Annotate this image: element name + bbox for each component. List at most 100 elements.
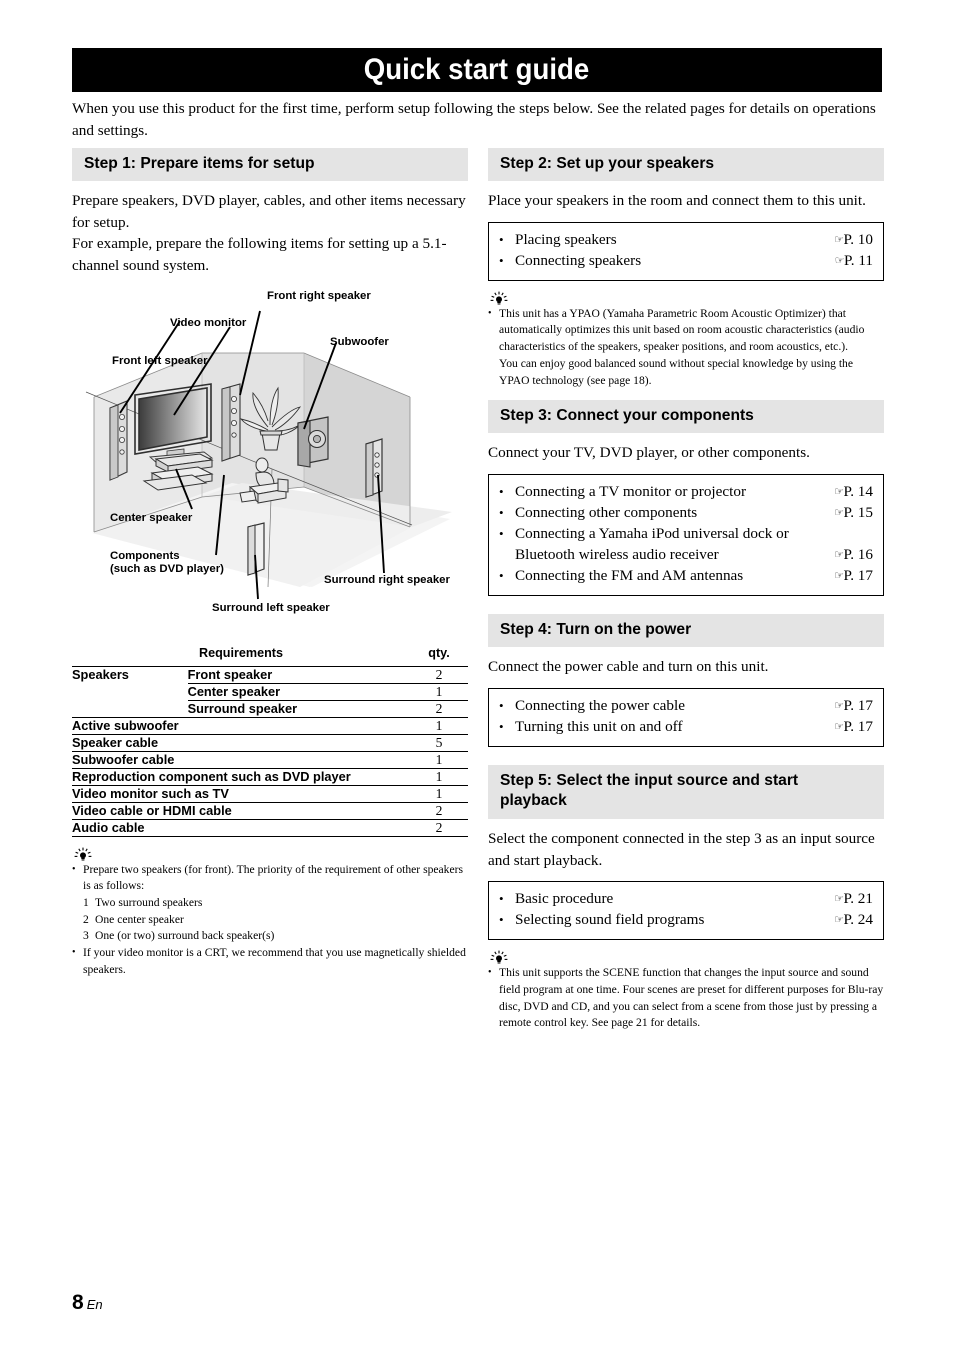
bullet-glyph: •	[499, 526, 504, 541]
row-group-speakers: Speakers	[72, 665, 188, 684]
step-1-body: Prepare speakers, DVD player, cables, an…	[72, 190, 468, 276]
step-1-body-line-1: Prepare speakers, DVD player, cables, an…	[72, 192, 466, 231]
tip-item: • This unit has a YPAO (Yamaha Parametri…	[488, 306, 884, 389]
tip-sub-number: 1	[83, 895, 89, 909]
table-row: Audio cable 2	[72, 818, 468, 837]
table-row: Video cable or HDMI cable 2	[72, 801, 468, 820]
row-audio-cable: Audio cable	[72, 818, 410, 837]
tip-sub-text: Two surround speakers	[95, 895, 203, 909]
step-5-tip-list: • This unit supports the SCENE function …	[488, 965, 884, 1032]
row-item-surround-speaker: Surround speaker	[187, 699, 410, 718]
reference-row[interactable]: • Turning this unit on and off ☞P. 17	[499, 717, 873, 738]
step-5-body: Select the component connected in the st…	[488, 830, 875, 869]
reference-row[interactable]: • Connecting other components ☞P. 15	[499, 503, 873, 524]
step-2-reference-box: • Placing speakers ☞P. 10 • Connecting s…	[488, 221, 884, 281]
step-5-tip-block: • This unit supports the SCENE function …	[488, 950, 884, 1032]
tip-text: If your video monitor is a CRT, we recom…	[83, 946, 466, 976]
tip-bulb-icon	[74, 847, 92, 861]
step-3-reference-box: • Connecting a TV monitor or projector ☞…	[488, 474, 884, 596]
pointing-hand-icon: ☞	[834, 253, 845, 267]
reference-row[interactable]: • Connecting a Yamaha iPod universal doc…	[499, 524, 873, 566]
tip-sub-number: 3	[83, 929, 89, 943]
reference-label: Connecting the FM and AM antennas	[515, 566, 744, 584]
tip-sub-text: One center speaker	[95, 912, 184, 926]
bullet-glyph: •	[499, 718, 504, 734]
diagram-label-components: Components (such as DVD player)	[110, 550, 224, 578]
reference-page: ☞P. 17	[817, 696, 873, 717]
reference-label: Connecting a TV monitor or projector	[515, 483, 747, 501]
bullet-glyph: •	[499, 505, 504, 521]
bullet-glyph: •	[499, 912, 504, 928]
row-qty-video-cable: 2	[410, 801, 468, 820]
row-reproduction-component: Reproduction component such as DVD playe…	[72, 767, 410, 786]
reference-row[interactable]: • Selecting sound field programs ☞P. 24	[499, 910, 873, 931]
reference-row[interactable]: • Placing speakers ☞P. 10	[499, 230, 873, 251]
row-speaker-cable: Speaker cable	[72, 733, 410, 752]
tip-text-continued: You can enjoy good balanced sound withou…	[499, 356, 853, 387]
language-mark: En	[86, 1297, 103, 1312]
reference-label: Connecting speakers	[515, 251, 642, 269]
tip-item: • Prepare two speakers (for front). The …	[72, 862, 468, 895]
step-3-header: Step 3: Connect your components	[488, 400, 884, 434]
bullet-glyph: •	[488, 967, 492, 979]
bullet-glyph: •	[499, 891, 504, 907]
tip-text: This unit supports the SCENE function th…	[499, 966, 884, 1030]
diagram-label-components-line-2: (such as DVD player)	[110, 563, 224, 576]
row-group-empty-1	[72, 683, 188, 700]
reference-page: ☞P. 17	[817, 717, 873, 738]
row-qty-subwoofer-cable: 1	[410, 750, 468, 769]
row-qty-front-speaker: 2	[410, 665, 468, 684]
row-video-cable: Video cable or HDMI cable	[72, 801, 410, 820]
table-row-bottom-border	[72, 835, 468, 837]
step-3-body: Connect your TV, DVD player, or other co…	[488, 444, 810, 462]
intro-paragraph: When you use this product for the first …	[72, 100, 876, 139]
step-4-header: Step 4: Turn on the power	[488, 613, 884, 648]
tip-bulb-icon	[490, 950, 508, 964]
row-item-front-speaker: Front speaker	[187, 665, 410, 684]
row-active-subwoofer: Active subwoofer	[72, 716, 410, 735]
row-qty-center-speaker: 1	[410, 682, 468, 701]
page-title: Quick start guide	[364, 53, 590, 86]
tip-sub-text: One (or two) surround back speaker(s)	[95, 929, 275, 943]
reference-page-number: P. 14	[843, 483, 873, 501]
reference-page-number: P. 24	[843, 911, 873, 929]
bullet-glyph: •	[488, 307, 492, 319]
diagram-label-subwoofer: Subwoofer	[330, 335, 389, 348]
reference-row[interactable]: • Connecting speakers ☞P. 11	[499, 251, 873, 272]
reference-row[interactable]: • Connecting the FM and AM antennas ☞P. …	[499, 566, 873, 587]
tip-sub-item: 3 One (or two) surround back speaker(s)	[83, 928, 468, 945]
step-2-tip-list: • This unit has a YPAO (Yamaha Parametri…	[488, 306, 884, 389]
diagram-label-surround-left-speaker: Surround left speaker	[212, 601, 330, 614]
diagram-label-front-right-speaker: Front right speaker	[267, 289, 371, 302]
tip-item: • If your video monitor is a CRT, we rec…	[72, 945, 468, 978]
row-qty-active-subwoofer: 1	[410, 716, 468, 735]
document-page: Quick start guide When you use this prod…	[0, 0, 954, 1348]
row-qty-surround-speaker: 2	[410, 699, 468, 718]
table-row: Speakers Front speaker 2	[72, 665, 468, 684]
page-footer: 8 En	[72, 1291, 103, 1315]
page-title-bar: Quick start guide	[72, 48, 882, 92]
reference-label: Connecting a Yamaha iPod universal dock …	[515, 525, 789, 563]
bullet-glyph: •	[499, 231, 504, 247]
tip-sub-number: 2	[83, 912, 89, 926]
requirements-table: Requirements qty. Speakers Front speaker…	[72, 643, 468, 837]
tip-text-main: This unit has a YPAO (Yamaha Parametric …	[499, 306, 865, 354]
bullet-glyph: •	[499, 697, 504, 713]
reference-page-number: P. 15	[843, 504, 873, 522]
reference-row[interactable]: • Connecting the power cable ☞P. 17	[499, 696, 873, 717]
row-qty-reproduction-component: 1	[410, 767, 468, 786]
diagram-label-surround-right-speaker: Surround right speaker	[324, 573, 450, 586]
reference-page-number: P. 17	[843, 717, 873, 735]
step-5-header-line-2: playback	[500, 791, 567, 809]
reference-page-number: P. 21	[843, 890, 873, 908]
diagram-label-center-speaker: Center speaker	[110, 511, 193, 524]
column-header-qty: qty.	[428, 645, 450, 660]
reference-row[interactable]: • Connecting a TV monitor or projector ☞…	[499, 482, 873, 503]
reference-page-number: P. 10	[843, 230, 873, 248]
step-5-header-line-1: Step 5: Select the input source and star…	[500, 771, 799, 789]
table-row: Center speaker 1	[72, 682, 468, 701]
subwoofer-graphic	[297, 415, 329, 468]
tip-text: This unit has a YPAO (Yamaha Parametric …	[499, 306, 884, 389]
reference-page: ☞P. 11	[817, 251, 873, 272]
reference-row[interactable]: • Basic procedure ☞P. 21	[499, 889, 873, 910]
